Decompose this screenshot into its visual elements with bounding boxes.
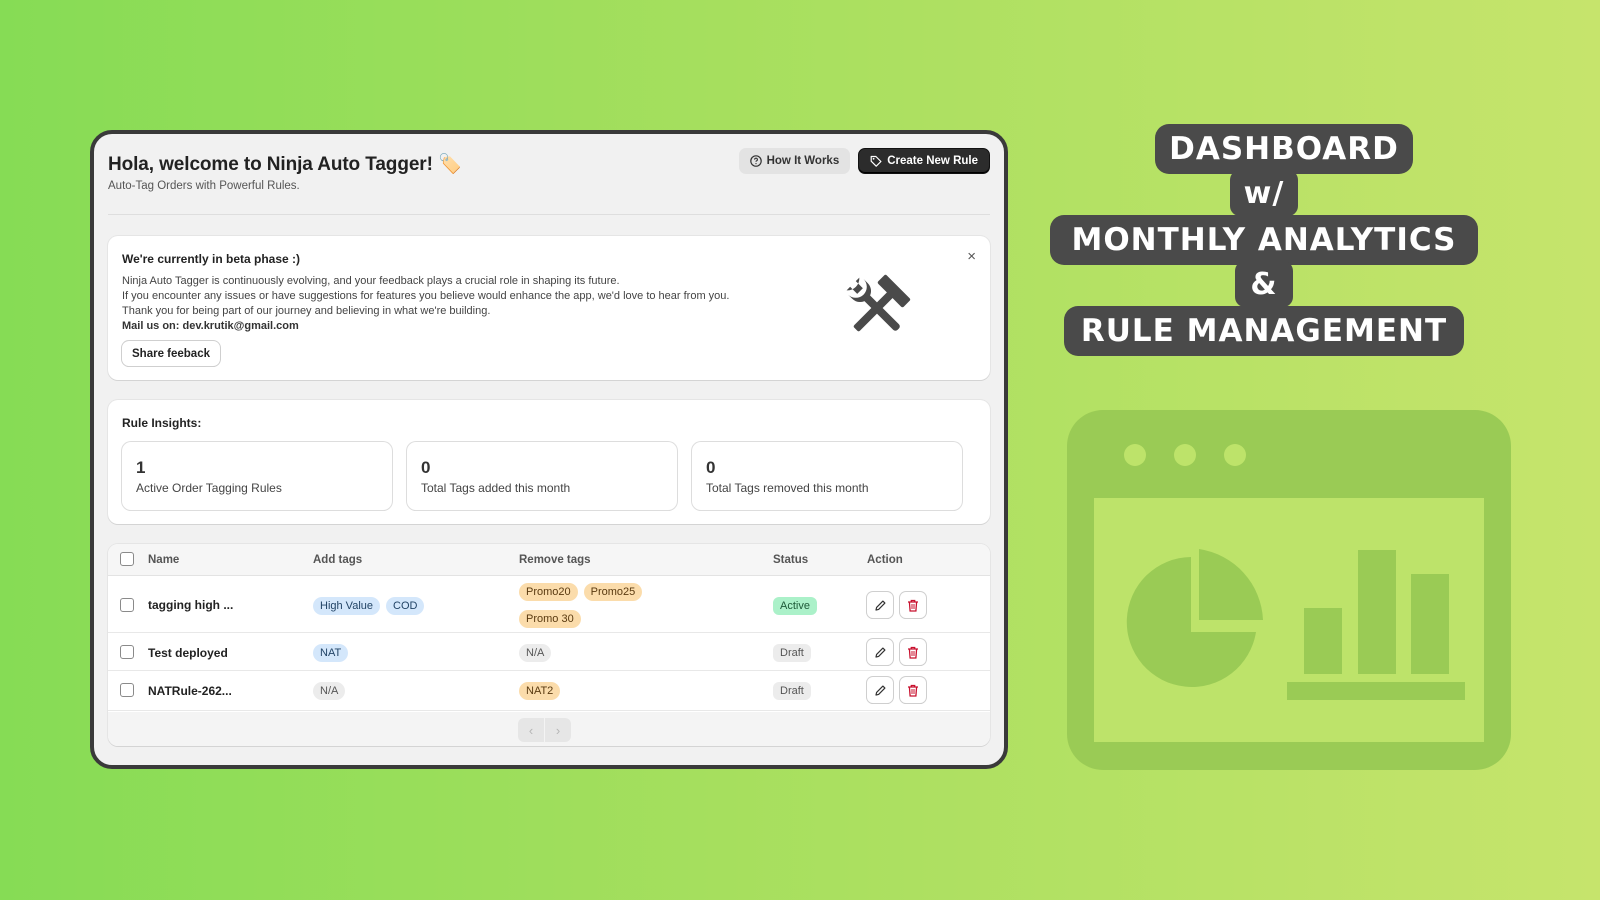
trash-icon (908, 646, 918, 659)
tag-badge: High Value (313, 597, 380, 615)
add-tags-cell: NAT (313, 643, 354, 662)
beta-mail: Mail us on: dev.krutik@gmail.com (122, 320, 299, 332)
headline-line-ampersand: & (1235, 261, 1293, 307)
table-row[interactable]: tagging high ... High Value COD Promo20 Pr… (108, 577, 990, 633)
metric-tags-removed: 0 Total Tags removed this month (692, 442, 962, 510)
analytics-dashboard-icon (1067, 410, 1511, 770)
help-circle-icon (749, 155, 762, 167)
add-tags-cell: N/A (313, 681, 351, 700)
remove-tags-cell: Promo20 Promo25 Promo 30 (519, 582, 719, 628)
rule-insights-card: Rule Insights: 1 Active Order Tagging Ru… (108, 400, 990, 524)
table-row[interactable]: NATRule-262... N/A NAT2 Draft (108, 671, 990, 711)
table-header: Name Add tags Remove tags Status Action (108, 544, 990, 576)
edit-button[interactable] (867, 677, 893, 703)
headline-line-rules: RULE MANAGEMENT (1064, 306, 1464, 356)
pencil-icon (874, 647, 885, 658)
page-header: Hola, welcome to Ninja Auto Tagger! 🏷️ A… (108, 148, 990, 218)
remove-tags-cell: N/A (519, 643, 557, 662)
status-cell: Draft (773, 681, 811, 700)
tag-badge: N/A (519, 644, 552, 662)
beta-body: Ninja Auto Tagger is continuously evolvi… (122, 274, 802, 334)
trash-icon (908, 684, 918, 697)
metric-tags-added: 0 Total Tags added this month (407, 442, 677, 510)
metric-value: 0 (421, 458, 431, 477)
delete-button[interactable] (900, 677, 926, 703)
status-cell: Active (773, 596, 817, 615)
create-new-rule-button[interactable]: Create New Rule (858, 148, 990, 174)
metric-label: Total Tags removed this month (706, 481, 869, 495)
delete-button[interactable] (900, 639, 926, 665)
share-feedback-button[interactable]: Share feeback (122, 341, 220, 366)
pencil-icon (874, 685, 885, 696)
metric-active-rules: 1 Active Order Tagging Rules (122, 442, 392, 510)
tag-badge: NAT2 (519, 682, 561, 700)
delete-button[interactable] (900, 592, 926, 618)
header-actions: How It Works Create New Rule (738, 148, 990, 174)
rule-name[interactable]: NATRule-262... (148, 684, 232, 698)
next-page-button[interactable]: › (545, 718, 571, 742)
headline-line-analytics: MONTHLY ANALYTICS (1050, 215, 1478, 265)
tag-badge: N/A (313, 682, 346, 700)
tag-badge: Promo20 (519, 583, 578, 601)
tag-badge: COD (386, 597, 425, 615)
col-name[interactable]: Name (148, 554, 179, 566)
how-it-works-button[interactable]: How It Works (738, 148, 851, 174)
edit-button[interactable] (867, 639, 893, 665)
beta-banner: We're currently in beta phase :) Ninja A… (108, 236, 990, 380)
metric-label: Total Tags added this month (421, 481, 571, 495)
status-badge: Active (773, 597, 817, 615)
page-title: Hola, welcome to Ninja Auto Tagger! 🏷️ (108, 154, 462, 175)
pagination: ‹ › (518, 718, 571, 742)
beta-line: Ninja Auto Tagger is continuously evolvi… (122, 275, 620, 287)
headline-line-with: w/ (1230, 170, 1298, 216)
rule-name[interactable]: Test deployed (148, 646, 228, 660)
table-footer: ‹ › (108, 712, 990, 746)
metric-label: Active Order Tagging Rules (136, 481, 282, 495)
pencil-icon (874, 600, 885, 611)
create-new-rule-label: Create New Rule (887, 155, 978, 167)
close-icon[interactable]: × (967, 248, 976, 265)
add-tags-cell: High Value COD (313, 596, 430, 615)
previous-page-button[interactable]: ‹ (518, 718, 544, 742)
tag-badge: Promo 30 (519, 610, 581, 628)
edit-button[interactable] (867, 592, 893, 618)
beta-line: Thank you for being part of our journey … (122, 305, 491, 317)
row-checkbox[interactable] (120, 598, 134, 612)
rules-table: Name Add tags Remove tags Status Action … (108, 544, 990, 746)
col-action: Action (867, 554, 903, 566)
remove-tags-cell: NAT2 (519, 681, 566, 700)
how-it-works-label: How It Works (766, 155, 840, 167)
rule-name[interactable]: tagging high ... (148, 598, 233, 612)
select-all-checkbox[interactable] (120, 552, 134, 566)
table-row[interactable]: Test deployed NAT N/A Draft (108, 633, 990, 671)
trash-icon (908, 599, 918, 612)
status-badge: Draft (773, 682, 811, 700)
app-window: Hola, welcome to Ninja Auto Tagger! 🏷️ A… (90, 130, 1008, 769)
insights-title: Rule Insights: (122, 416, 202, 430)
page-subtitle: Auto-Tag Orders with Powerful Rules. (108, 180, 300, 192)
row-checkbox[interactable] (120, 683, 134, 697)
col-status: Status (773, 554, 809, 566)
header-divider (108, 214, 990, 215)
tag-icon (870, 155, 882, 167)
beta-title: We're currently in beta phase :) (122, 252, 301, 266)
beta-line: If you encounter any issues or have sugg… (122, 290, 730, 302)
tools-icon (838, 272, 916, 349)
metric-value: 0 (706, 458, 716, 477)
status-cell: Draft (773, 643, 811, 662)
headline-line-dashboard: DASHBOARD (1155, 124, 1413, 174)
row-checkbox[interactable] (120, 645, 134, 659)
status-badge: Draft (773, 644, 811, 662)
metric-value: 1 (136, 458, 146, 477)
tag-badge: NAT (313, 644, 349, 662)
col-remove-tags: Remove tags (519, 554, 591, 566)
tag-badge: Promo25 (583, 583, 643, 601)
col-add-tags: Add tags (313, 554, 363, 566)
